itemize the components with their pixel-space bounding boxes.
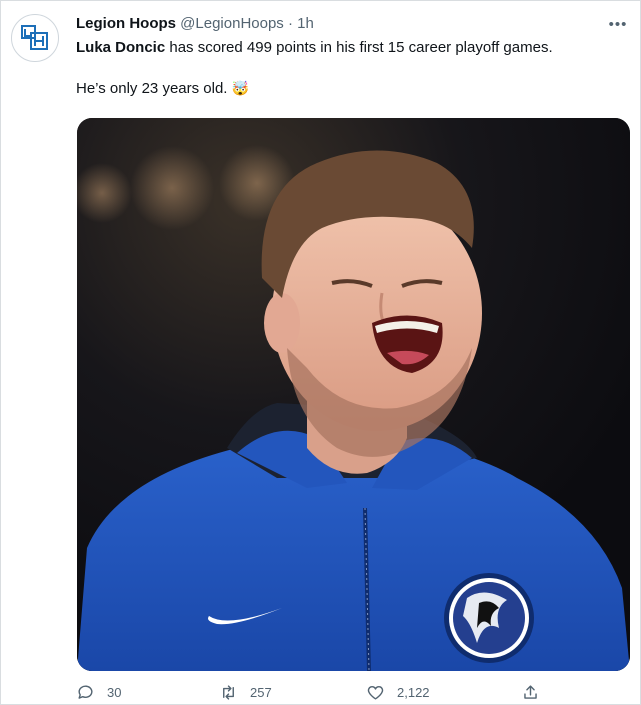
player-photo-illustration <box>77 118 630 671</box>
reply-count: 30 <box>107 684 122 700</box>
retweet-button[interactable]: 257 <box>219 681 272 703</box>
author-handle[interactable]: @LegionHoops <box>180 15 284 32</box>
retweet-icon <box>223 684 234 700</box>
tweet-line-2: He’s only 23 years old. 🤯 <box>76 78 621 99</box>
like-icon <box>367 685 384 700</box>
reply-button[interactable]: 30 <box>76 681 121 703</box>
tweet-line-1-rest: has scored 499 points in his first 15 ca… <box>165 39 553 56</box>
share-icon <box>524 684 537 699</box>
tweet-mention: Luka Doncic <box>76 39 166 56</box>
more-button[interactable]: ••• <box>608 15 628 33</box>
tweet-card[interactable]: Legion Hoops @LegionHoops · 1h ••• Luka … <box>0 0 641 705</box>
tweet-line-2-text: He’s only 23 years old. <box>76 80 232 97</box>
retweet-count: 257 <box>250 684 272 700</box>
reply-icon <box>78 684 93 699</box>
logo-icon <box>21 25 48 50</box>
author-avatar[interactable] <box>11 14 59 62</box>
author-name[interactable]: Legion Hoops <box>76 15 176 32</box>
share-button[interactable] <box>521 681 552 703</box>
like-count: 2,122 <box>397 684 430 700</box>
tweet-text: Luka Doncic has scored 499 points in his… <box>76 38 621 119</box>
tweet-photo[interactable] <box>77 118 630 671</box>
tweet-header: Legion Hoops @LegionHoops · 1h <box>76 14 314 34</box>
tweet-time[interactable]: 1h <box>297 15 314 32</box>
more-icon: ••• <box>608 15 628 33</box>
exploding-head-emoji: 🤯 <box>231 80 250 96</box>
time-separator: · <box>287 15 293 32</box>
like-button[interactable]: 2,122 <box>366 681 430 703</box>
tweet-line-1: Luka Doncic has scored 499 points in his… <box>76 38 621 58</box>
tweet-actions: 30 257 2,122 <box>76 681 636 703</box>
